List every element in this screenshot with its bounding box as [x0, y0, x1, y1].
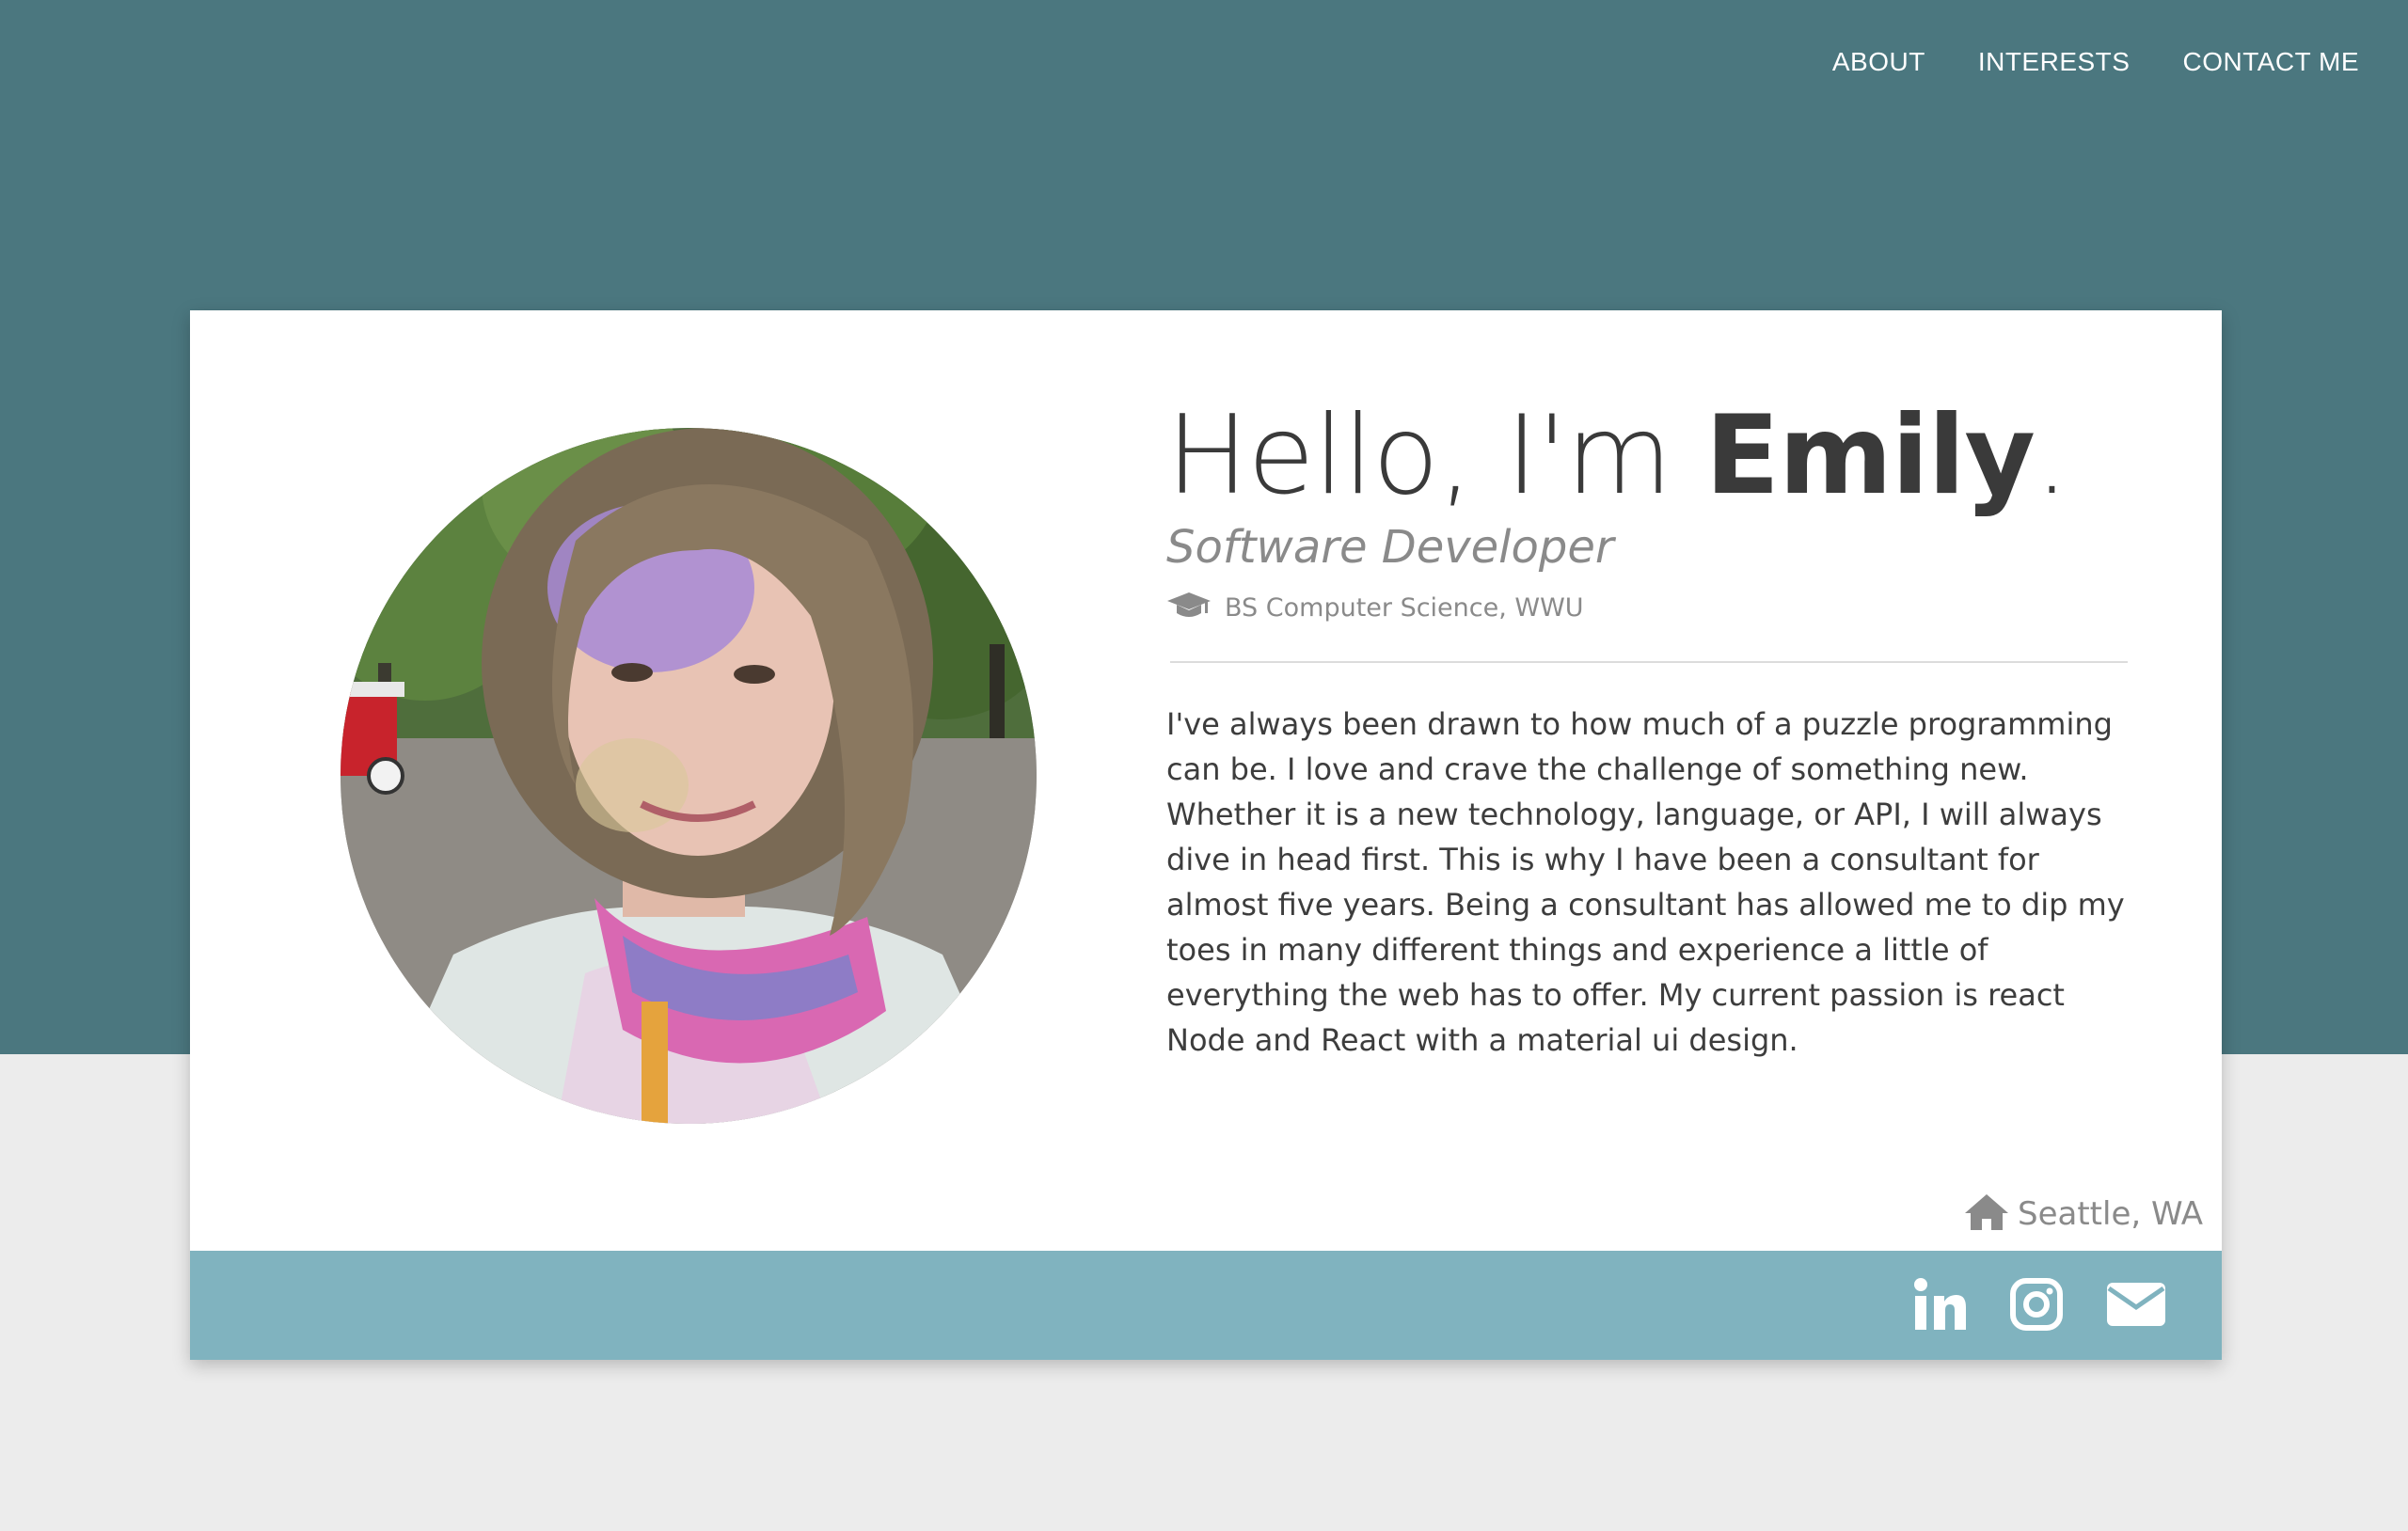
education-text: BS Computer Science, WWU [1225, 592, 1584, 623]
card-footer [190, 1251, 2222, 1360]
profile-name: Emily [1704, 392, 2036, 519]
graduation-cap-icon [1166, 591, 1212, 624]
profile-photo [341, 428, 1037, 1124]
profile-card: Hello, I'm Emily. Software Developer BS … [190, 310, 2222, 1360]
nav-about-link[interactable]: ABOUT [1832, 41, 1925, 83]
bio-paragraph: I've always been drawn to how much of a … [1166, 706, 2125, 1058]
home-icon [1963, 1192, 2010, 1236]
intro-divider [1170, 661, 2128, 663]
nav-contact-link[interactable]: CONTACT ME [2182, 41, 2359, 83]
location-text: Seattle, WA [2018, 1195, 2203, 1233]
intro-block: Hello, I'm Emily. Software Developer BS … [1166, 395, 2126, 626]
location: Seattle, WA [1963, 1192, 2203, 1236]
profile-role: Software Developer [1166, 521, 1614, 574]
profile-card-body: Hello, I'm Emily. Software Developer BS … [190, 310, 2222, 1251]
instagram-icon[interactable] [2009, 1277, 2064, 1335]
top-nav: ABOUT INTERESTS CONTACT ME [1780, 41, 2359, 83]
greeting-prefix: Hello, I'm [1166, 392, 1705, 519]
page: ABOUT INTERESTS CONTACT ME Hello, I'm Em… [0, 0, 2408, 1531]
social-links [1872, 1277, 2167, 1335]
greeting-suffix: . [2035, 392, 2069, 519]
greeting-heading: Hello, I'm Emily. [1166, 395, 2126, 517]
envelope-icon[interactable] [2105, 1281, 2167, 1332]
education-line: BS Computer Science, WWU [1166, 589, 2126, 626]
linkedin-icon[interactable] [1913, 1277, 1968, 1335]
nav-interests-link[interactable]: INTERESTS [1978, 41, 2131, 83]
